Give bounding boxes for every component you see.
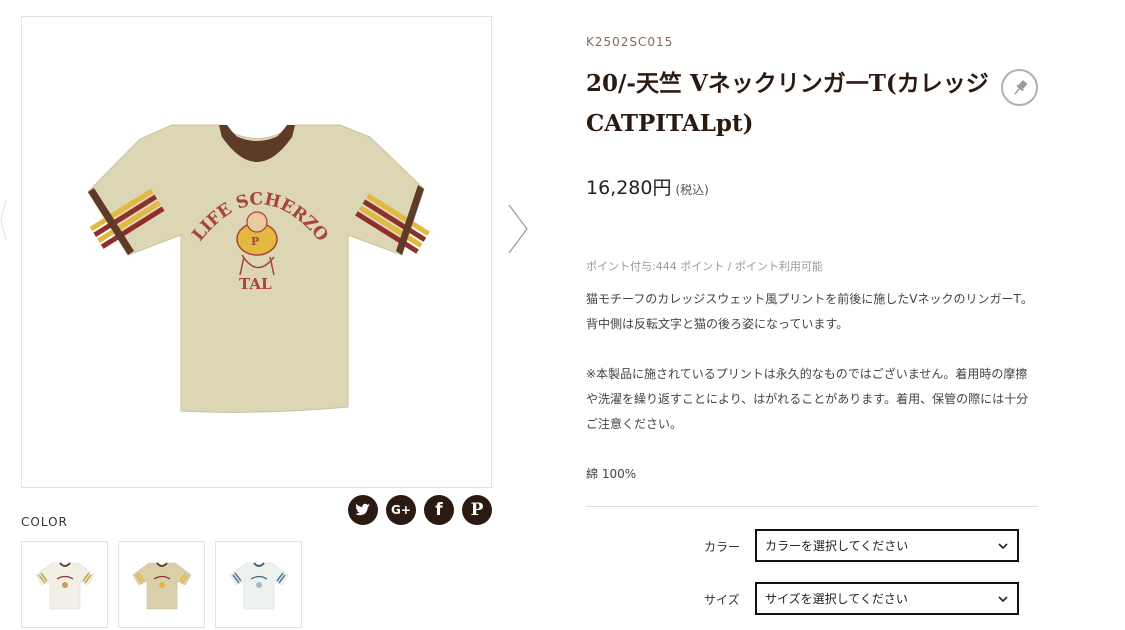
- swatch-tshirt-icon: [35, 561, 94, 609]
- color-swatch-mint[interactable]: [215, 541, 302, 628]
- main-product-image: LIFE SCHERZO P TAL: [21, 16, 492, 488]
- social-share-bar: G+ f P: [348, 495, 492, 525]
- facebook-icon[interactable]: f: [424, 495, 454, 525]
- size-select-value: サイズを選択してください: [765, 592, 908, 606]
- color-label: COLOR: [21, 515, 68, 529]
- swatch-tshirt-icon: [229, 561, 288, 609]
- points-info: ポイント付与:444 ポイント / ポイント利用可能: [586, 260, 823, 273]
- size-select[interactable]: サイズを選択してください: [755, 582, 1019, 615]
- color-swatch-beige[interactable]: [118, 541, 205, 628]
- color-swatches: [21, 541, 302, 628]
- tax-note: (税込): [675, 183, 709, 197]
- description-notice: ※本製品に施されているプリントは永久的なものではございません。着用時の摩擦や洗濯…: [586, 367, 1029, 431]
- print-bottom-text: TAL: [239, 275, 272, 293]
- swatch-tshirt-icon: [132, 561, 191, 609]
- product-description: 猫モチーフのカレッジスウェット風プリントを前後に施したVネックのリンガーT。背中…: [586, 287, 1036, 462]
- next-image-arrow-icon[interactable]: [505, 203, 531, 255]
- google-plus-icon[interactable]: G+: [386, 495, 416, 525]
- pinterest-icon[interactable]: P: [462, 495, 492, 525]
- favorite-pin-button[interactable]: [1001, 69, 1038, 106]
- twitter-icon[interactable]: [348, 495, 378, 525]
- divider: [586, 506, 1038, 507]
- color-option-label: カラー: [704, 540, 741, 554]
- size-option-label: サイズ: [704, 593, 740, 607]
- svg-text:P: P: [251, 235, 259, 248]
- product-price: 16,280円 (税込): [586, 173, 709, 200]
- color-select-value: カラーを選択してください: [765, 539, 909, 553]
- chevron-down-icon: [998, 542, 1008, 549]
- color-select[interactable]: カラーを選択してください: [755, 529, 1019, 562]
- prev-arrow-icon[interactable]: [0, 190, 6, 250]
- pin-icon: [1013, 79, 1027, 95]
- color-swatch-white[interactable]: [21, 541, 108, 628]
- product-sku: K2502SC015: [586, 35, 674, 49]
- chevron-down-icon: [998, 595, 1008, 602]
- tshirt-illustration: LIFE SCHERZO P TAL: [87, 124, 430, 413]
- description-paragraph: 猫モチーフのカレッジスウェット風プリントを前後に施したVネックのリンガーT。背中…: [586, 292, 1033, 331]
- product-material: 綿 100%: [586, 467, 637, 481]
- product-title: 20/-天竺 Vネックリンガ一T(カレッジCATPITALpt): [586, 70, 989, 137]
- price-value: 16,280円: [586, 177, 672, 199]
